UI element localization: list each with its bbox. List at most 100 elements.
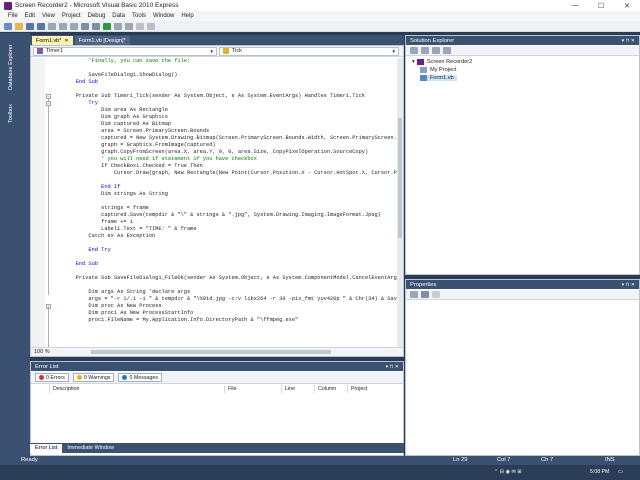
redo-icon[interactable]: [92, 22, 100, 30]
close-tab-icon[interactable]: ✕: [64, 38, 68, 44]
clock[interactable]: 5:08 PM: [590, 469, 609, 475]
class-icon: [37, 48, 43, 54]
minimize-button[interactable]: —: [562, 0, 588, 11]
warnings-filter-button[interactable]: 0 Warnings: [72, 373, 115, 382]
solution-explorer-panel: Solution Explorer ▾ ⊓ ✕ ▾ Screen Recorde…: [405, 35, 640, 275]
menu-data[interactable]: Data: [112, 13, 125, 19]
menu-debug[interactable]: Debug: [88, 13, 106, 19]
errors-count: 0 Errors: [46, 374, 65, 381]
tab-form1-code[interactable]: Form1.vb* ✕: [32, 36, 73, 45]
new-project-icon[interactable]: [4, 22, 12, 30]
cut-icon[interactable]: [48, 22, 56, 30]
code-area[interactable]: − − − 'Finally, you can save the file: S…: [31, 58, 397, 348]
pin-icon[interactable]: ▾ ⊓ ✕: [622, 282, 635, 288]
code-line: Dim proc1 As New ProcessStartInfo: [63, 310, 194, 316]
code-line: ' you will need if statement if you have…: [63, 156, 257, 162]
collapse-icon[interactable]: −: [46, 101, 51, 106]
zoom-level[interactable]: 100 %: [31, 349, 61, 355]
warnings-count: 0 Warnings: [83, 374, 111, 381]
editor-nav-bar: Timer1 ▼ Tick ▼: [31, 46, 403, 57]
show-all-files-icon[interactable]: [421, 47, 429, 54]
stop-icon[interactable]: [125, 22, 133, 30]
code-line: Dim captured As Bitmap: [63, 121, 172, 127]
code-line: If CheckBox1.Checked = True Then: [63, 163, 203, 169]
database-explorer-tab[interactable]: Database Explorer: [8, 39, 20, 95]
tree-item-form1[interactable]: Form1.vb: [420, 75, 457, 81]
column-file[interactable]: File: [224, 385, 281, 393]
panel-title: Solution Explorer: [410, 37, 455, 44]
class-combo[interactable]: Timer1 ▼: [33, 46, 217, 56]
errors-filter-button[interactable]: 0 Errors: [35, 373, 69, 382]
toolbox-tab[interactable]: Toolbox: [8, 99, 20, 129]
tree-label: Screen Recorder2: [426, 59, 473, 65]
tree-item-solution[interactable]: ▾ Screen Recorder2: [412, 59, 472, 65]
properties-panel: Properties ▾ ⊓ ✕: [405, 279, 640, 456]
messages-filter-button[interactable]: 0 Messages: [118, 373, 162, 382]
maximize-button[interactable]: ☐: [588, 0, 614, 11]
menu-tools[interactable]: Tools: [132, 13, 146, 19]
save-all-icon[interactable]: [37, 22, 45, 30]
notification-icon[interactable]: ▭: [618, 469, 623, 475]
comment-icon[interactable]: [136, 22, 144, 30]
method-combo[interactable]: Tick ▼: [219, 46, 399, 56]
properties-toolbar: [406, 290, 639, 300]
menu-edit[interactable]: Edit: [25, 13, 35, 19]
vb-project-icon: [416, 59, 424, 65]
open-folder-icon[interactable]: [15, 22, 23, 30]
code-line: Dim proc As New Process: [63, 303, 162, 309]
code-line: End If: [63, 184, 121, 190]
properties-icon[interactable]: [410, 47, 418, 54]
menu-view[interactable]: View: [42, 13, 55, 19]
tab-immediate-window[interactable]: Immediate Window: [62, 444, 119, 453]
tree-item-my-project[interactable]: My Project: [420, 67, 456, 73]
alphabetical-icon[interactable]: [421, 291, 429, 298]
tray-icons[interactable]: ⌃ ⊟ ◉ ✉ ⊞: [494, 469, 522, 475]
collapse-icon[interactable]: ▾: [412, 59, 415, 65]
categorized-icon[interactable]: [410, 291, 418, 298]
code-line: proc1.FileName = My.Application.Info.Dir…: [63, 317, 299, 323]
form-icon: [420, 75, 427, 81]
scroll-thumb[interactable]: [398, 118, 402, 238]
uncomment-icon[interactable]: [147, 22, 155, 30]
save-icon[interactable]: [26, 22, 34, 30]
tab-label: Form1.vb*: [36, 37, 62, 44]
start-debug-icon[interactable]: [103, 22, 111, 30]
chevron-down-icon: ▼: [209, 48, 214, 54]
column-line[interactable]: Line: [281, 385, 314, 393]
pin-icon[interactable]: ▾ ⊓ ✕: [386, 364, 399, 370]
code-line: graph.CopyFromScreen(area.X, area.Y, 0, …: [63, 149, 369, 155]
horizontal-scroll-thumb[interactable]: [91, 350, 331, 354]
close-button[interactable]: ✕: [614, 0, 640, 11]
paste-icon[interactable]: [70, 22, 78, 30]
collapse-icon[interactable]: −: [46, 94, 51, 99]
code-line: frame += 1: [63, 219, 133, 225]
view-code-icon[interactable]: [432, 47, 440, 54]
pin-icon[interactable]: ▾ ⊓ ✕: [622, 38, 635, 44]
taskbar: ⌃ ⊟ ◉ ✉ ⊞ 5:08 PM ▭: [0, 466, 640, 480]
menu-file[interactable]: File: [8, 13, 18, 19]
messages-count: 0 Messages: [129, 374, 158, 381]
copy-icon[interactable]: [59, 22, 67, 30]
menu-window[interactable]: Window: [153, 13, 174, 19]
toolbar: [0, 21, 640, 32]
menu-project[interactable]: Project: [62, 13, 81, 19]
view-designer-icon[interactable]: [443, 47, 451, 54]
pause-icon[interactable]: [114, 22, 122, 30]
menu-help[interactable]: Help: [181, 13, 193, 19]
menu-bar: File Edit View Project Debug Data Tools …: [0, 11, 640, 21]
property-pages-icon[interactable]: [432, 291, 440, 298]
tab-form1-design[interactable]: Form1.vb [Design]*: [74, 36, 130, 45]
column-description[interactable]: Description: [49, 385, 224, 393]
title-bar: Screen Recorder2 - Microsoft Visual Basi…: [0, 0, 640, 11]
tree-label: Form1.vb: [430, 75, 454, 81]
tab-error-list[interactable]: Error List: [30, 443, 63, 453]
column-project[interactable]: Project: [347, 385, 403, 393]
code-line: Private Sub Timer1_Tick(sender As System…: [63, 93, 365, 99]
undo-icon[interactable]: [81, 22, 89, 30]
vertical-scrollbar[interactable]: [397, 58, 403, 348]
tree-label: My Project: [430, 67, 457, 73]
column-column[interactable]: Column: [314, 385, 347, 393]
code-line: Dim graph As Graphics: [63, 114, 168, 120]
code-line: graph = Graphics.FromImage(captured): [63, 142, 216, 148]
code-line: area = Screen.PrimaryScreen.Bounds: [63, 128, 210, 134]
